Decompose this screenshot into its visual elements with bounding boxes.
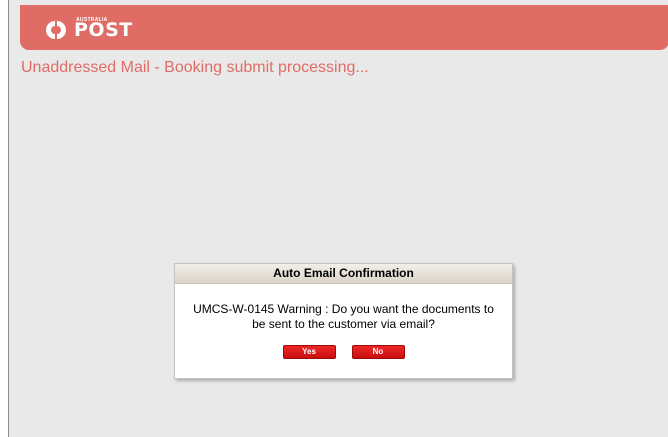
auto-email-confirmation-dialog: Auto Email Confirmation UMCS-W-0145 Warn… <box>174 263 513 379</box>
australia-post-logo-icon <box>46 21 66 39</box>
dialog-message: UMCS-W-0145 Warning : Do you want the do… <box>193 302 494 331</box>
australia-post-logo: AUSTRALIA POST <box>46 17 156 43</box>
logo-wordmark: POST <box>74 19 133 41</box>
yes-button[interactable]: Yes <box>282 345 336 359</box>
page-title: Unaddressed Mail - Booking submit proces… <box>21 59 369 76</box>
app-header: AUSTRALIA POST <box>20 5 668 50</box>
dialog-title: Auto Email Confirmation <box>175 264 512 284</box>
no-button[interactable]: No <box>351 345 405 359</box>
dialog-button-row: Yes No <box>175 345 512 359</box>
page-viewport: AUSTRALIA POST Unaddressed Mail - Bookin… <box>8 0 668 437</box>
